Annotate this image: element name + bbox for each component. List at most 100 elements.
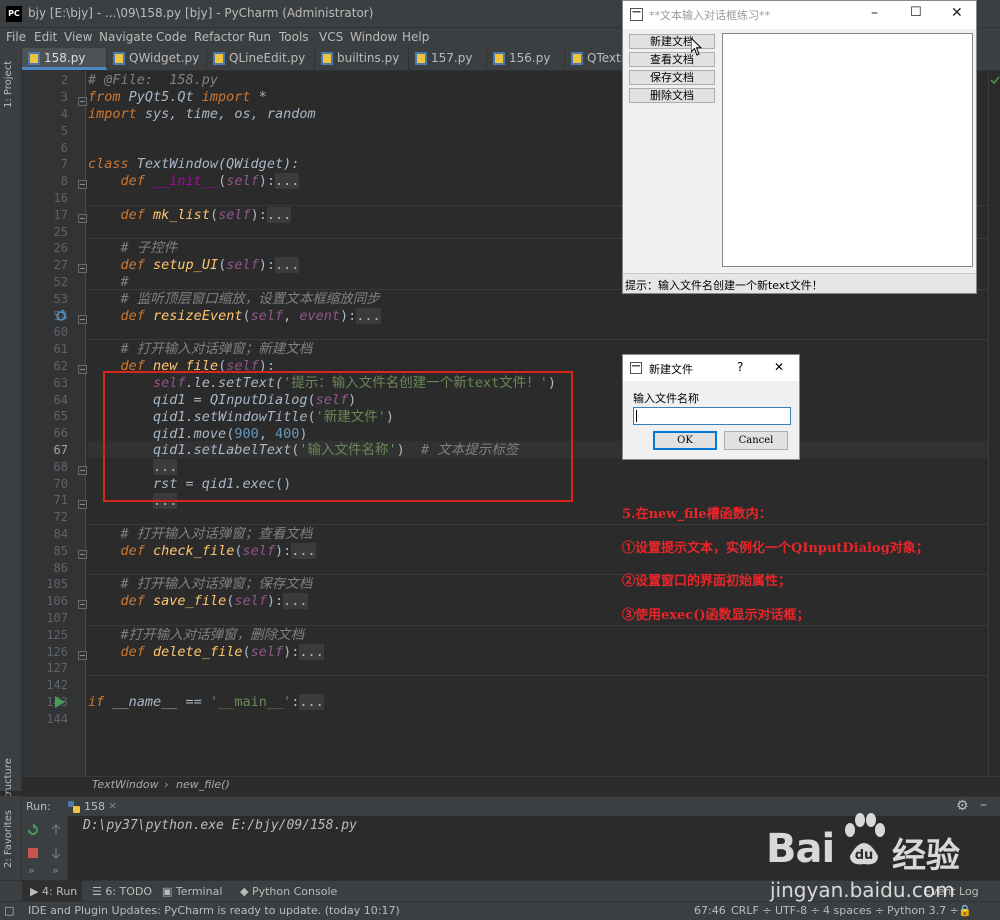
pycharm-screen: PC bjy [E:\bjy] - ...\09\158.py [bjy] - …: [0, 0, 1000, 920]
fold-marker-icon[interactable]: [78, 264, 87, 273]
status-square-icon[interactable]: □: [4, 904, 14, 917]
close-icon[interactable]: ✕: [774, 360, 784, 374]
fold-marker-icon[interactable]: [78, 365, 87, 374]
menu-refactor[interactable]: Refactor: [194, 30, 244, 44]
pycharm-logo-icon: PC: [6, 6, 22, 22]
override-marker-icon[interactable]: [55, 310, 67, 322]
editor-scroll-strip[interactable]: [988, 71, 1000, 776]
line-number: 60: [53, 325, 68, 339]
tab-qlineedit-py[interactable]: QLineEdit.py: [207, 48, 315, 70]
baidu-paw-icon: du: [845, 813, 885, 865]
tool-tab-run[interactable]: ▶ 4: Run: [30, 885, 77, 898]
watermark-brand-2: 经验: [892, 836, 960, 876]
menu-view[interactable]: View: [64, 30, 92, 44]
filename-input[interactable]: [633, 407, 791, 425]
line-number: 3: [60, 90, 68, 104]
python-file-icon: [113, 52, 125, 65]
more-icon[interactable]: »: [28, 864, 35, 877]
delete-doc-button[interactable]: 删除文档: [629, 88, 715, 103]
save-doc-button[interactable]: 保存文档: [629, 70, 715, 85]
rerun-icon[interactable]: [26, 823, 40, 837]
fold-marker-icon[interactable]: [78, 550, 87, 559]
qt-text-window: **文本输入对话框练习** – ☐ ✕ 新建文档 查看文档 保存文档 删除文档 …: [622, 0, 977, 294]
line-number: 27: [53, 258, 68, 272]
dialog-label: 输入文件名称: [633, 392, 699, 405]
menu-tools[interactable]: Tools: [279, 30, 309, 44]
python-icon: [68, 801, 80, 813]
fold-marker-icon[interactable]: [78, 97, 87, 106]
maximize-icon[interactable]: ☐: [910, 5, 922, 20]
input-dialog: 新建文件 ? ✕ 输入文件名称 OK Cancel: [622, 354, 800, 460]
line-number: 72: [53, 510, 68, 524]
line-number: 68: [53, 460, 68, 474]
code-line: import sys, time, os, random: [88, 106, 316, 122]
menu-code[interactable]: Code: [156, 30, 187, 44]
tab-156-py[interactable]: 156.py: [487, 48, 565, 70]
line-number: 16: [53, 191, 68, 205]
run-tab-label[interactable]: 158: [84, 800, 105, 813]
watermark-brand: Bai: [766, 826, 835, 872]
close-icon[interactable]: ✕: [951, 5, 963, 21]
method-separator: [87, 675, 1000, 676]
caret-position[interactable]: 67:46: [694, 904, 726, 917]
menu-edit[interactable]: Edit: [34, 30, 57, 44]
code-line: from PyQt5.Qt import *: [88, 89, 267, 105]
line-number: 61: [53, 342, 68, 356]
menu-file[interactable]: File: [6, 30, 26, 44]
fold-marker-icon[interactable]: [78, 651, 87, 660]
tab-qwidget-py[interactable]: QWidget.py: [107, 48, 207, 70]
minimize-panel-icon[interactable]: –: [980, 797, 987, 813]
scroll-up-icon[interactable]: [50, 824, 62, 836]
line-number: 26: [53, 241, 68, 255]
stop-icon[interactable]: [27, 847, 39, 859]
code-line: # 打开输入对话弹窗；保存文档: [120, 576, 313, 592]
line-number: 4: [60, 107, 68, 121]
qt-window-titlebar: **文本输入对话框练习** – ☐ ✕: [623, 1, 976, 29]
method-separator: [87, 524, 1000, 525]
check-mark-icon: [990, 76, 1000, 85]
fold-marker-icon[interactable]: [78, 315, 87, 324]
tool-tab-python-console[interactable]: ◆ Python Console: [240, 885, 337, 898]
tab-qtextedit-py[interactable]: QTextE: [565, 48, 628, 70]
line-number: 125: [46, 628, 68, 642]
python-file-icon: [28, 52, 40, 65]
project-tool-tab[interactable]: 1: Project: [3, 61, 14, 108]
help-icon[interactable]: ?: [737, 360, 743, 374]
tab-label: 157.py: [431, 51, 473, 65]
qt-text-area[interactable]: [722, 33, 973, 267]
close-run-tab-icon[interactable]: ×: [108, 799, 117, 812]
fold-marker-icon[interactable]: [78, 466, 87, 475]
window-app-icon: [630, 8, 643, 21]
tool-tab-todo[interactable]: ☰ 6: TODO: [92, 885, 152, 898]
annotation-heading: 5.在new_file槽函数内：: [622, 507, 772, 522]
breadcrumb-method[interactable]: new_file(): [176, 778, 230, 791]
menu-vcs[interactable]: VCS: [319, 30, 343, 44]
method-separator: [87, 574, 1000, 575]
more-icon[interactable]: »: [52, 864, 59, 877]
menu-navigate[interactable]: Navigate: [99, 30, 153, 44]
line-number: 7: [60, 157, 68, 171]
status-message[interactable]: IDE and Plugin Updates: PyCharm is ready…: [28, 904, 400, 917]
menu-run[interactable]: Run: [248, 30, 271, 44]
favorites-tool-tab[interactable]: 2: Favorites: [3, 810, 14, 868]
annotation-step-1: ①设置提示文本，实例化一个QInputDialog对象；: [622, 541, 929, 556]
breadcrumb-class[interactable]: TextWindow: [92, 778, 159, 791]
tab-157-py[interactable]: 157.py: [409, 48, 487, 70]
tab-builtins-py[interactable]: builtins.py: [315, 48, 409, 70]
fold-marker-icon[interactable]: [78, 500, 87, 509]
scroll-down-icon[interactable]: [50, 847, 62, 859]
menu-window[interactable]: Window: [350, 30, 397, 44]
code-line: def resizeEvent(self, event):...: [120, 308, 381, 324]
cancel-button[interactable]: Cancel: [724, 431, 788, 450]
tab-158-py[interactable]: 158.py: [22, 48, 107, 70]
fold-marker-icon[interactable]: [78, 214, 87, 223]
fold-marker-icon[interactable]: [78, 600, 87, 609]
tool-tab-terminal[interactable]: ▣ Terminal: [162, 885, 222, 898]
fold-marker-icon[interactable]: [78, 180, 87, 189]
menu-help[interactable]: Help: [402, 30, 429, 44]
minimize-icon[interactable]: –: [871, 5, 878, 21]
line-number: 64: [53, 393, 68, 407]
run-gutter-icon[interactable]: [55, 696, 65, 708]
left-tool-strip: 1: Project Z: Structure: [0, 48, 22, 818]
ok-button[interactable]: OK: [653, 431, 717, 450]
